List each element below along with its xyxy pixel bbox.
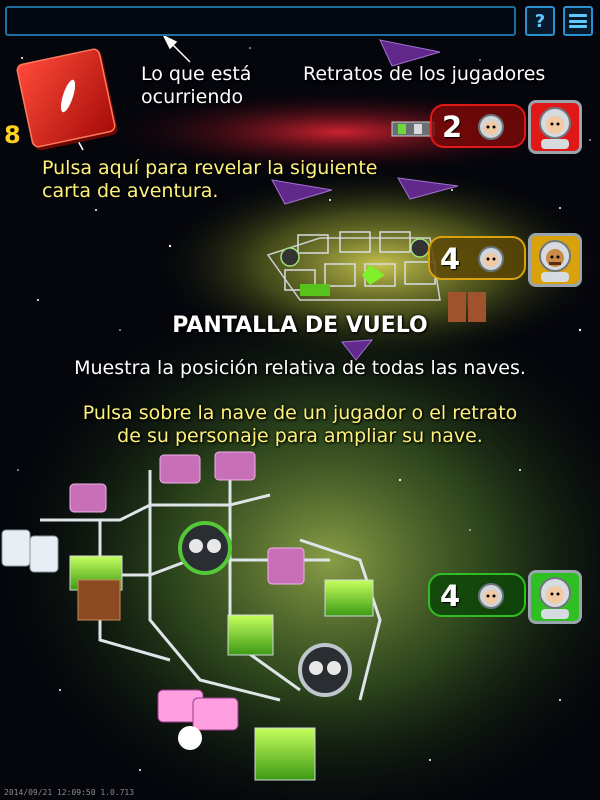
deck-count: 8 [4, 121, 21, 149]
player-green-portrait[interactable] [528, 570, 582, 624]
position-number: 4 [440, 579, 461, 613]
player-green-position[interactable]: 4 [428, 573, 526, 617]
tutorial-label-what-is-happening: Lo que está ocurriendo [141, 63, 252, 108]
astronaut-head-icon [478, 246, 504, 272]
player-red-portrait[interactable] [528, 100, 582, 154]
message-bar [5, 6, 516, 36]
astronaut-portrait-icon [539, 107, 571, 149]
menu-button[interactable] [563, 6, 593, 36]
astronaut-portrait-icon [539, 577, 571, 619]
adventure-card[interactable] [16, 48, 118, 151]
help-icon: ? [534, 10, 546, 32]
player-yellow-position[interactable]: 4 [428, 236, 526, 280]
tutorial-label-reveal-card: Pulsa aquí para revelar la siguiente car… [42, 157, 378, 202]
screen-title: PANTALLA DE VUELO [172, 313, 428, 338]
ship-red[interactable] [391, 121, 435, 137]
menu-icon [569, 14, 587, 28]
tutorial-tap-hint: Pulsa sobre la nave de un jugador o el r… [82, 402, 518, 447]
player-red-position[interactable]: 2 [430, 104, 526, 148]
player-yellow-portrait[interactable] [528, 233, 582, 287]
position-number: 2 [442, 110, 463, 144]
help-button[interactable]: ? [525, 6, 555, 36]
tutorial-label-portraits: Retratos de los jugadores [303, 63, 546, 85]
tutorial-description: Muestra la posición relativa de todas la… [74, 357, 526, 379]
position-number: 4 [440, 242, 461, 276]
astronaut-head-icon [478, 114, 504, 140]
version-label: 2014/09/21 12:09:50 1.0.713 [4, 788, 135, 797]
astronaut-head-icon [478, 583, 504, 609]
alien-portrait-icon [539, 240, 571, 282]
